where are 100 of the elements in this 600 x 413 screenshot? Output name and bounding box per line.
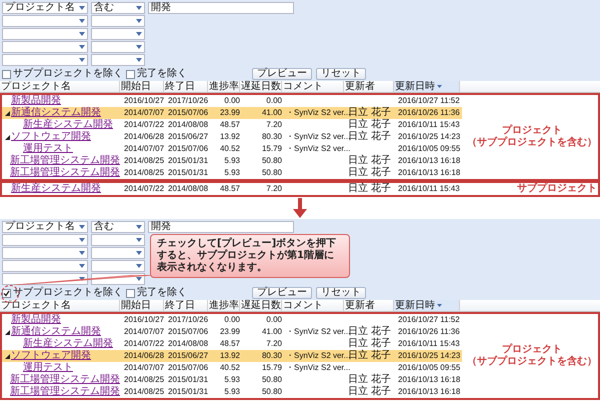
table-cell: 2014/07/07: [124, 109, 164, 117]
column-header[interactable]: プロジェクト名: [0, 81, 120, 92]
project-link[interactable]: 新工場管理システム開発: [10, 375, 120, 385]
column-header[interactable]: 更新日時: [394, 300, 460, 311]
table-row[interactable]: 新通信システム開発 2014/07/07 2015/07/06 23.99 41.00 ・SynViz S2 ver...日立 花子 2016/10/26 11:36: [2, 107, 462, 119]
table-cell: 2016/10/05 09:55: [398, 145, 460, 153]
table-cell: 2015/06/27: [168, 352, 208, 360]
table-cell: 2016/10/13 16:18: [398, 157, 460, 165]
project-link[interactable]: ソフトウェア開発: [11, 351, 91, 361]
column-header[interactable]: 遅延日数: [240, 81, 282, 92]
table-cell: 5.93: [224, 157, 240, 165]
table-cell: 2016/10/11 15:43: [398, 185, 460, 193]
column-header[interactable]: プロジェクト名: [0, 300, 120, 311]
table-cell: 5.93: [224, 388, 240, 396]
table-cell: 2016/10/26 11:36: [398, 109, 460, 117]
table-cell: 2015/07/06: [168, 328, 208, 336]
value-input[interactable]: 開発: [148, 221, 294, 233]
project-link[interactable]: 新通信システム開発: [11, 327, 101, 337]
table-cell: 2015/07/06: [168, 145, 208, 153]
table-cell: 50.80: [262, 157, 282, 165]
table-cell: 15.79: [262, 364, 282, 372]
table-cell: 2016/10/11 15:43: [398, 121, 460, 129]
project-link[interactable]: 新工場管理システム開発: [10, 168, 120, 178]
table-cell: 日立 花子: [348, 184, 392, 194]
table-cell: 2014/07/07: [124, 364, 164, 372]
select-field[interactable]: 含む: [91, 221, 145, 233]
table-cell: 2016/10/25 14:23: [398, 133, 460, 141]
table-cell: 2014/08/08: [168, 185, 208, 193]
table-cell: ・SynViz S2 ver...: [286, 145, 350, 153]
project-link[interactable]: 新工場管理システム開発: [10, 387, 120, 397]
table-cell: 2014/08/08: [168, 121, 208, 129]
project-link[interactable]: 新製品開発: [11, 96, 61, 106]
column-header[interactable]: 更新日時: [394, 81, 460, 92]
column-header[interactable]: コメント: [282, 300, 344, 311]
table-cell: 2014/08/25: [124, 169, 164, 177]
table-cell: 2016/10/27 11:52: [398, 316, 460, 324]
table-cell: 50.80: [262, 376, 282, 384]
table-cell: 23.99: [220, 109, 240, 117]
column-header[interactable]: 終了日: [164, 81, 208, 92]
column-header[interactable]: コメント: [282, 81, 344, 92]
select-field[interactable]: 含む: [91, 2, 145, 14]
column-header[interactable]: 進捗率: [208, 300, 240, 311]
column-header[interactable]: 進捗率: [208, 81, 240, 92]
annotation-text: （サブプロジェクトを含む）: [467, 356, 597, 368]
project-link[interactable]: 運用テスト: [23, 363, 73, 373]
table-row[interactable]: ソフトウェア開発 2014/06/28 2015/06/27 13.92 80.30 ・SynViz S2 ver...日立 花子 2016/10/25 14:23: [2, 131, 462, 143]
table-cell: 2014/07/22: [124, 185, 164, 193]
table-cell: 2014/07/07: [124, 145, 164, 153]
table-cell: 2016/10/13 16:18: [398, 376, 460, 384]
column-header[interactable]: 終了日: [164, 300, 208, 311]
table-cell: 2015/06/27: [168, 133, 208, 141]
table-cell: 日立 花子: [348, 375, 392, 385]
annotation-text: プロジェクト: [502, 125, 562, 136]
checkbox-label: サブプロジェクトを除く: [13, 69, 123, 79]
toolbar-button[interactable]: リセット: [316, 287, 366, 299]
annotation-text: （サブプロジェクトを含む）: [467, 137, 597, 149]
table-cell: 13.92: [220, 133, 240, 141]
table-cell: 0.00: [224, 97, 240, 105]
table-cell: 2014/06/28: [124, 352, 164, 360]
project-link[interactable]: 新製品開発: [11, 315, 61, 325]
select-field[interactable]: プロジェクト名: [2, 2, 88, 14]
table-cell: 7.20: [266, 121, 282, 129]
table-cell: 2014/08/25: [124, 388, 164, 396]
table-cell: 0.00: [224, 316, 240, 324]
project-link[interactable]: 新工場管理システム開発: [10, 156, 120, 166]
table-cell: 2016/10/11 15:43: [398, 340, 460, 348]
table-cell: 2015/07/06: [168, 109, 208, 117]
project-link[interactable]: 新生産システム開発: [11, 184, 101, 194]
project-link[interactable]: 新通信システム開発: [11, 108, 101, 118]
table-cell: 2015/01/31: [168, 376, 208, 384]
project-link[interactable]: 新生産システム開発: [23, 339, 113, 349]
toolbar-button[interactable]: リセット: [316, 68, 366, 80]
table-cell: ・SynViz S2 ver...: [286, 133, 350, 141]
column-header[interactable]: 開始日: [120, 81, 164, 92]
table-cell: ・SynViz S2 ver...: [286, 328, 350, 336]
table-row[interactable]: ソフトウェア開発 2014/06/28 2015/06/27 13.92 80.30 ・SynViz S2 ver...日立 花子 2016/10/25 14:23: [2, 350, 462, 362]
toolbar-button[interactable]: プレビュー: [252, 287, 312, 299]
table-cell: ・SynViz S2 ver...: [286, 364, 350, 372]
table-cell: 41.00: [262, 109, 282, 117]
column-header[interactable]: 遅延日数: [240, 300, 282, 311]
table-cell: 0.00: [266, 97, 282, 105]
annotation-text: プロジェクト: [502, 344, 562, 355]
table-cell: 41.00: [262, 328, 282, 336]
table-cell: 2015/01/31: [168, 388, 208, 396]
project-link[interactable]: 新生産システム開発: [23, 120, 113, 130]
column-header[interactable]: 開始日: [120, 300, 164, 311]
table-cell: 80.30: [262, 133, 282, 141]
toolbar-button[interactable]: プレビュー: [252, 68, 312, 80]
table-cell: 2016/10/05 09:55: [398, 364, 460, 372]
table-cell: 40.52: [220, 364, 240, 372]
value-input[interactable]: 開発: [148, 2, 294, 14]
table-cell: 2014/07/22: [124, 121, 164, 129]
project-link[interactable]: 運用テスト: [23, 144, 73, 154]
table-cell: 日立 花子: [348, 156, 392, 166]
table-cell: 40.52: [220, 145, 240, 153]
table-cell: 2014/08/25: [124, 157, 164, 165]
table-row[interactable]: 新通信システム開発 2014/07/07 2015/07/06 23.99 41.00 ・SynViz S2 ver...日立 花子 2016/10/26 11:36: [2, 326, 462, 338]
table-cell: 2016/10/27 11:52: [398, 97, 460, 105]
select-field[interactable]: プロジェクト名: [2, 221, 88, 233]
project-link[interactable]: ソフトウェア開発: [11, 132, 91, 142]
